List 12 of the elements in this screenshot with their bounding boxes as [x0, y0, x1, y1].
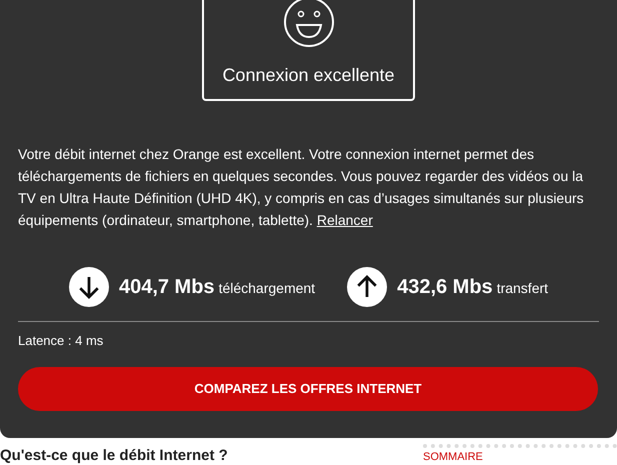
status-label: Connexion excellente: [222, 64, 395, 87]
sidebar-heading: SOMMAIRE: [423, 451, 484, 464]
speed-label: transfert: [496, 279, 548, 298]
description-text: Votre débit internet chez Orange est excellent. Votre connexion internet permet des téléchargements de fichiers en quelques secondes. Vous pouvez regarder des vidéos ou la TV en Ultra Haute Définition (UHD 4K), y compris en cas d’usages simultanés sur plusieurs équipements (ordinateur, smartphone, tablette). Relancer: [18, 145, 585, 230]
latency-text: Latence : 4 ms: [18, 332, 104, 350]
compare-offers-button[interactable]: COMPAREZ LES OFFRES INTERNET: [18, 366, 598, 410]
speed-label: téléchargement: [218, 279, 316, 298]
relaunch-link[interactable]: Relancer: [316, 212, 373, 228]
article-heading: Qu'est-ce que le débit Internet ?: [0, 448, 228, 464]
smiley-icon: [282, 0, 334, 48]
speed-value: 432,6 Mbs: [397, 275, 493, 300]
speed-value: 404,7 Mbs: [118, 275, 215, 300]
